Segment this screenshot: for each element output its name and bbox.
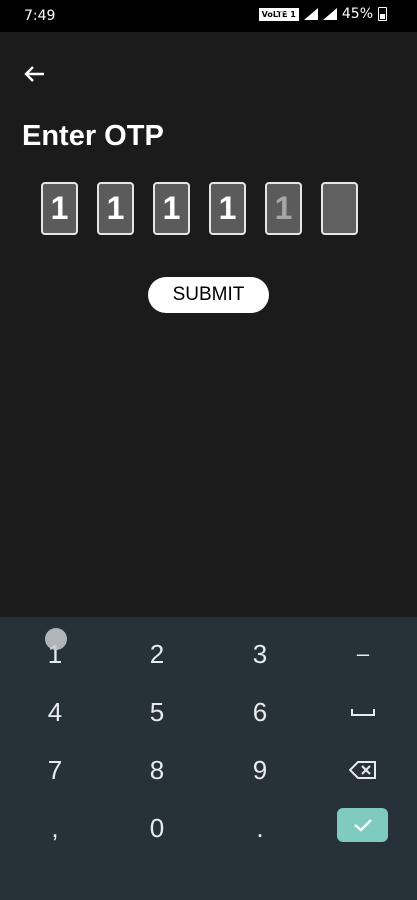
back-button[interactable] (22, 60, 50, 88)
otp-digit-3[interactable]: 1 (153, 182, 190, 235)
key-backspace[interactable] (311, 741, 415, 799)
otp-input-row: 1 1 1 1 1 (41, 182, 358, 235)
otp-screen: Enter OTP 1 1 1 1 1 SUBMIT (0, 32, 417, 617)
touch-indicator (45, 628, 67, 650)
key-space[interactable] (311, 683, 415, 741)
numeric-keyboard: 1 2 3 – 4 5 6 7 8 9 , 0 . (0, 617, 417, 900)
signal-icon (322, 8, 337, 20)
submit-button[interactable]: SUBMIT (148, 277, 269, 313)
status-icons: VoLTE 1 4G 45% (258, 6, 387, 22)
otp-digit-5[interactable]: 1 (265, 182, 302, 235)
otp-digit-1[interactable]: 1 (41, 182, 78, 235)
key-2[interactable]: 2 (105, 625, 209, 683)
key-5[interactable]: 5 (105, 683, 209, 741)
otp-digit-6[interactable] (321, 182, 358, 235)
key-minus[interactable]: – (311, 625, 415, 683)
key-period[interactable]: . (208, 799, 312, 857)
key-6[interactable]: 6 (208, 683, 312, 741)
key-done[interactable] (337, 808, 388, 842)
arrow-left-icon (24, 66, 44, 82)
space-icon (351, 709, 375, 716)
checkmark-icon (353, 819, 372, 832)
key-4[interactable]: 4 (3, 683, 107, 741)
page-title: Enter OTP (22, 120, 164, 152)
network-type-label: 4G (278, 8, 287, 15)
otp-digit-2[interactable]: 1 (97, 182, 134, 235)
battery-icon (378, 7, 387, 21)
key-7[interactable]: 7 (3, 741, 107, 799)
key-0[interactable]: 0 (105, 799, 209, 857)
status-time: 7:49 (24, 8, 56, 24)
backspace-icon (349, 761, 376, 779)
signal-4g-icon (303, 8, 318, 20)
key-8[interactable]: 8 (105, 741, 209, 799)
key-3[interactable]: 3 (208, 625, 312, 683)
key-comma[interactable]: , (3, 799, 107, 857)
key-9[interactable]: 9 (208, 741, 312, 799)
battery-percent: 45% (341, 6, 373, 22)
status-bar: 7:49 VoLTE 1 4G 45% (0, 0, 417, 32)
otp-digit-4[interactable]: 1 (209, 182, 246, 235)
